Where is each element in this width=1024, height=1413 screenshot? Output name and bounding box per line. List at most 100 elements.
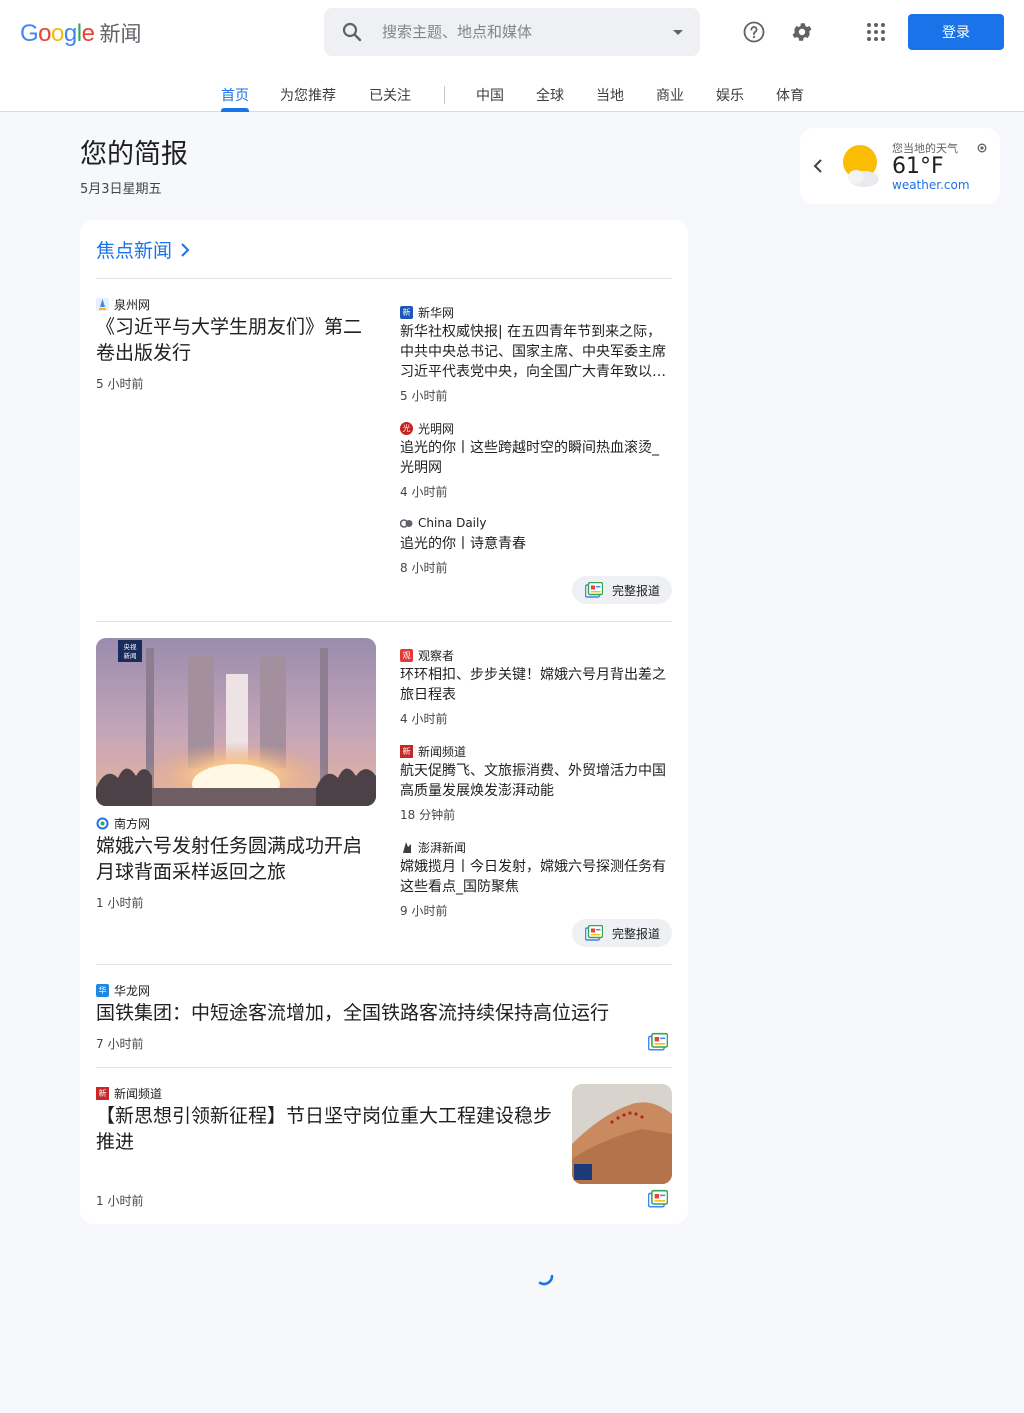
full-coverage-icon	[585, 582, 603, 598]
full-coverage-icon[interactable]	[648, 1189, 668, 1209]
top-stories-heading[interactable]: 焦点新闻	[96, 236, 192, 263]
tab-for-you[interactable]: 为您推荐	[280, 85, 336, 105]
timestamp: 1 小时前	[96, 1194, 144, 1208]
weather-widget[interactable]: 您当地的天气 61°F weather.com	[800, 128, 1000, 204]
headline-link[interactable]: 环环相扣、步步关键！嫦娥六号月背出差之旅日程表	[400, 665, 672, 705]
source-name: 澎湃新闻	[418, 841, 467, 855]
loading-spinner-icon	[538, 1274, 554, 1286]
tab-sports[interactable]: 体育	[776, 85, 804, 105]
timestamp: 9 小时前	[400, 904, 448, 918]
source-name: 观察者	[418, 649, 455, 663]
source-label: 华 华龙网	[96, 982, 150, 999]
google-news-logo[interactable]: Google 新闻	[20, 18, 141, 48]
full-coverage-icon	[585, 925, 603, 941]
tab-world[interactable]: 全球	[536, 85, 564, 105]
timestamp: 18 分钟前	[400, 808, 456, 822]
image-channel-logo-line1: 央视	[124, 642, 138, 651]
thepaper-logo-icon	[400, 841, 413, 854]
google-wordmark: Google	[20, 20, 95, 48]
tab-china[interactable]: 中国	[476, 85, 504, 105]
source-label: 新 新闻频道	[400, 743, 466, 760]
headline-link[interactable]: 嫦娥揽月丨今日发射，嫦娥六号探测任务有这些看点_国防聚焦	[400, 857, 672, 897]
page-title: 您的简报	[80, 139, 188, 170]
divider	[96, 621, 672, 622]
sign-in-button[interactable]: 登录	[908, 14, 1004, 50]
rocket-launch-image[interactable]: 央视 新闻	[96, 638, 376, 806]
apps-button[interactable]	[860, 16, 892, 48]
partly-cloudy-icon	[843, 145, 879, 187]
divider	[96, 1067, 672, 1068]
full-coverage-icon[interactable]	[648, 1032, 668, 1052]
full-coverage-label: 完整报道	[612, 583, 661, 598]
source-label: 观 观察者	[400, 647, 454, 664]
chevron-right-icon	[181, 242, 190, 257]
nanfang-logo-icon	[96, 817, 109, 830]
logo-product-name: 新闻	[99, 22, 142, 46]
news-channel-logo-icon: 新	[400, 745, 413, 758]
headline-link[interactable]: 航天促腾飞、文旅振消费、外贸增活力中国高质量发展焕发澎湃动能	[400, 761, 672, 801]
full-coverage-label: 完整报道	[612, 926, 661, 941]
headline-link[interactable]: 国铁集团：中短途客流增加，全国铁路客流持续保持高位运行	[96, 1000, 672, 1026]
top-stories-heading-label: 焦点新闻	[96, 240, 173, 262]
top-bar: Google 新闻 登录 首页 为您推荐 已关注 中国 全球 当地 商业 娱乐 …	[0, 0, 1024, 112]
timestamp: 8 小时前	[400, 561, 448, 575]
apps-grid-icon	[867, 23, 885, 41]
headline-link[interactable]: 新华社权威快报| 在五四青年节到来之际，中共中央总书记、国家主席、中央军委主席习…	[400, 322, 672, 382]
source-name: 新华网	[418, 306, 455, 320]
image-channel-logo-line2: 新闻	[124, 651, 137, 660]
timestamp: 5 小时前	[96, 377, 144, 391]
source-name: 泉州网	[114, 298, 151, 312]
logo-letter: o	[38, 20, 52, 47]
active-tab-indicator	[221, 108, 249, 112]
tab-local[interactable]: 当地	[596, 85, 624, 105]
chevron-left-icon[interactable]	[808, 154, 828, 178]
weather-temperature: 61°F	[892, 154, 944, 179]
hualong-logo-icon: 华	[96, 984, 109, 997]
source-name: 南方网	[114, 817, 151, 831]
source-name: 华龙网	[114, 984, 151, 998]
source-label: 澎湃新闻	[400, 839, 466, 856]
logo-letter: o	[51, 20, 64, 47]
timestamp: 5 小时前	[400, 389, 448, 403]
source-label: 新 新闻频道	[96, 1085, 162, 1102]
tab-following[interactable]: 已关注	[369, 85, 411, 105]
weather-source-link[interactable]: weather.com	[892, 178, 970, 192]
source-name: 光明网	[418, 422, 455, 436]
location-icon[interactable]	[976, 142, 988, 154]
timestamp: 4 小时前	[400, 485, 448, 499]
headline-link[interactable]: 追光的你丨诗意青春	[400, 534, 672, 554]
tab-entertainment[interactable]: 娱乐	[716, 85, 744, 105]
search-options-dropdown-icon[interactable]	[666, 20, 690, 44]
source-label: China Daily	[400, 516, 486, 530]
rocket-launch-illustration: 央视 新闻	[96, 638, 376, 806]
divider	[96, 278, 672, 279]
guangming-logo-icon: 光	[400, 422, 413, 435]
china-daily-logo-icon	[400, 517, 413, 530]
logo-letter: G	[20, 20, 39, 47]
help-button[interactable]	[738, 16, 770, 48]
headline-link[interactable]: 嫦娥六号发射任务圆满成功开启月球背面采样返回之旅	[96, 833, 380, 885]
settings-button[interactable]	[786, 16, 818, 48]
timestamp: 1 小时前	[96, 896, 144, 910]
full-coverage-button[interactable]: 完整报道	[572, 919, 672, 947]
full-coverage-button[interactable]: 完整报道	[572, 576, 672, 604]
tab-home[interactable]: 首页	[221, 85, 249, 105]
search-icon[interactable]	[340, 20, 364, 44]
search-input[interactable]	[382, 16, 662, 48]
gear-icon	[792, 23, 812, 41]
divider	[96, 964, 672, 965]
xinhua-logo-icon: 新	[400, 306, 413, 319]
headline-link[interactable]: 《习近平与大学生朋友们》第二卷出版发行	[96, 314, 378, 366]
search-box[interactable]	[324, 8, 700, 56]
section-tabs: 首页 为您推荐 已关注 中国 全球 当地 商业 娱乐 体育	[0, 78, 1024, 112]
headline-link[interactable]: 追光的你丨这些跨越时空的瞬间热血滚烫_光明网	[400, 438, 672, 478]
help-icon	[743, 21, 765, 43]
construction-workers-image[interactable]	[572, 1084, 672, 1184]
timestamp: 4 小时前	[400, 712, 448, 726]
tab-divider	[444, 86, 445, 104]
top-stories-card: 焦点新闻 泉州网 《习近平与大学生朋友们》第二卷出版发行 5 小时前 新 新华网…	[80, 220, 688, 1224]
source-label: 南方网	[96, 815, 150, 832]
tab-business[interactable]: 商业	[656, 85, 684, 105]
source-name: 新闻频道	[114, 1087, 163, 1101]
headline-link[interactable]: 【新思想引领新征程】节日坚守岗位重大工程建设稳步推进	[96, 1103, 560, 1155]
